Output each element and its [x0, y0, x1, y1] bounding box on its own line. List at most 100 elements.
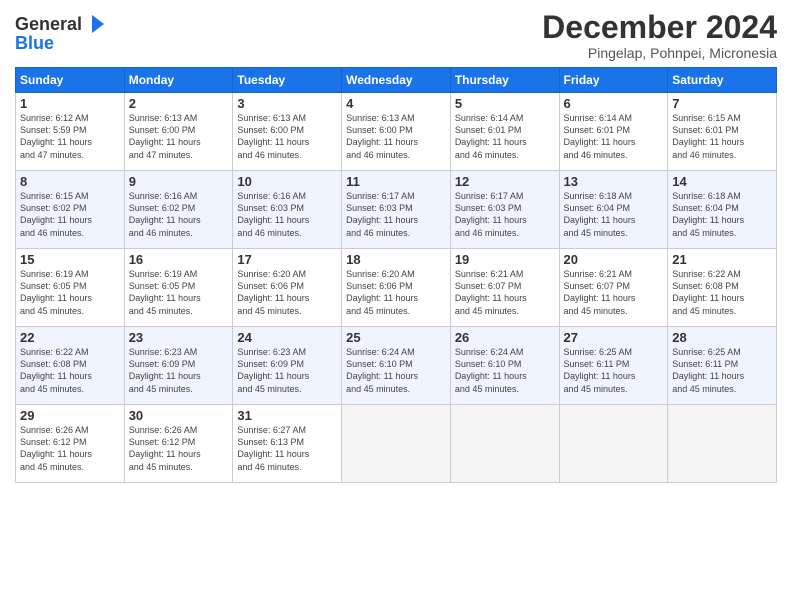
- day-info: Sunrise: 6:17 AM Sunset: 6:03 PM Dayligh…: [455, 190, 555, 239]
- calendar-day-cell: 30Sunrise: 6:26 AM Sunset: 6:12 PM Dayli…: [124, 405, 233, 483]
- weekday-header-sunday: Sunday: [16, 68, 125, 93]
- day-number: 20: [564, 252, 664, 267]
- day-info: Sunrise: 6:13 AM Sunset: 6:00 PM Dayligh…: [129, 112, 229, 161]
- weekday-header-wednesday: Wednesday: [342, 68, 451, 93]
- day-number: 10: [237, 174, 337, 189]
- location: Pingelap, Pohnpei, Micronesia: [542, 45, 777, 61]
- day-info: Sunrise: 6:14 AM Sunset: 6:01 PM Dayligh…: [455, 112, 555, 161]
- calendar-week-row: 22Sunrise: 6:22 AM Sunset: 6:08 PM Dayli…: [16, 327, 777, 405]
- calendar-day-cell: 4Sunrise: 6:13 AM Sunset: 6:00 PM Daylig…: [342, 93, 451, 171]
- day-number: 11: [346, 174, 446, 189]
- day-info: Sunrise: 6:13 AM Sunset: 6:00 PM Dayligh…: [237, 112, 337, 161]
- day-info: Sunrise: 6:20 AM Sunset: 6:06 PM Dayligh…: [346, 268, 446, 317]
- calendar-day-cell: 17Sunrise: 6:20 AM Sunset: 6:06 PM Dayli…: [233, 249, 342, 327]
- weekday-header-monday: Monday: [124, 68, 233, 93]
- calendar-day-cell: 2Sunrise: 6:13 AM Sunset: 6:00 PM Daylig…: [124, 93, 233, 171]
- day-number: 17: [237, 252, 337, 267]
- calendar-day-cell: 22Sunrise: 6:22 AM Sunset: 6:08 PM Dayli…: [16, 327, 125, 405]
- day-info: Sunrise: 6:21 AM Sunset: 6:07 PM Dayligh…: [455, 268, 555, 317]
- calendar-day-cell: 5Sunrise: 6:14 AM Sunset: 6:01 PM Daylig…: [450, 93, 559, 171]
- day-info: Sunrise: 6:17 AM Sunset: 6:03 PM Dayligh…: [346, 190, 446, 239]
- calendar-day-cell: 19Sunrise: 6:21 AM Sunset: 6:07 PM Dayli…: [450, 249, 559, 327]
- calendar-empty-cell: [559, 405, 668, 483]
- logo: General Blue: [15, 14, 106, 54]
- day-number: 24: [237, 330, 337, 345]
- day-info: Sunrise: 6:26 AM Sunset: 6:12 PM Dayligh…: [129, 424, 229, 473]
- day-number: 30: [129, 408, 229, 423]
- calendar-week-row: 8Sunrise: 6:15 AM Sunset: 6:02 PM Daylig…: [16, 171, 777, 249]
- day-info: Sunrise: 6:23 AM Sunset: 6:09 PM Dayligh…: [237, 346, 337, 395]
- calendar-empty-cell: [450, 405, 559, 483]
- day-info: Sunrise: 6:20 AM Sunset: 6:06 PM Dayligh…: [237, 268, 337, 317]
- day-number: 16: [129, 252, 229, 267]
- day-number: 29: [20, 408, 120, 423]
- day-info: Sunrise: 6:26 AM Sunset: 6:12 PM Dayligh…: [20, 424, 120, 473]
- calendar-day-cell: 9Sunrise: 6:16 AM Sunset: 6:02 PM Daylig…: [124, 171, 233, 249]
- calendar-day-cell: 21Sunrise: 6:22 AM Sunset: 6:08 PM Dayli…: [668, 249, 777, 327]
- day-number: 3: [237, 96, 337, 111]
- calendar-day-cell: 7Sunrise: 6:15 AM Sunset: 6:01 PM Daylig…: [668, 93, 777, 171]
- calendar-day-cell: 16Sunrise: 6:19 AM Sunset: 6:05 PM Dayli…: [124, 249, 233, 327]
- day-info: Sunrise: 6:24 AM Sunset: 6:10 PM Dayligh…: [455, 346, 555, 395]
- day-number: 9: [129, 174, 229, 189]
- calendar-day-cell: 23Sunrise: 6:23 AM Sunset: 6:09 PM Dayli…: [124, 327, 233, 405]
- calendar-day-cell: 18Sunrise: 6:20 AM Sunset: 6:06 PM Dayli…: [342, 249, 451, 327]
- day-info: Sunrise: 6:16 AM Sunset: 6:03 PM Dayligh…: [237, 190, 337, 239]
- day-info: Sunrise: 6:21 AM Sunset: 6:07 PM Dayligh…: [564, 268, 664, 317]
- calendar-day-cell: 1Sunrise: 6:12 AM Sunset: 5:59 PM Daylig…: [16, 93, 125, 171]
- calendar-week-row: 1Sunrise: 6:12 AM Sunset: 5:59 PM Daylig…: [16, 93, 777, 171]
- calendar-day-cell: 6Sunrise: 6:14 AM Sunset: 6:01 PM Daylig…: [559, 93, 668, 171]
- calendar-day-cell: 10Sunrise: 6:16 AM Sunset: 6:03 PM Dayli…: [233, 171, 342, 249]
- calendar-header-row: SundayMondayTuesdayWednesdayThursdayFrid…: [16, 68, 777, 93]
- day-number: 6: [564, 96, 664, 111]
- day-number: 18: [346, 252, 446, 267]
- calendar-day-cell: 8Sunrise: 6:15 AM Sunset: 6:02 PM Daylig…: [16, 171, 125, 249]
- day-info: Sunrise: 6:25 AM Sunset: 6:11 PM Dayligh…: [564, 346, 664, 395]
- weekday-header-friday: Friday: [559, 68, 668, 93]
- day-number: 19: [455, 252, 555, 267]
- calendar-empty-cell: [342, 405, 451, 483]
- day-number: 7: [672, 96, 772, 111]
- day-number: 13: [564, 174, 664, 189]
- day-info: Sunrise: 6:22 AM Sunset: 6:08 PM Dayligh…: [20, 346, 120, 395]
- day-number: 5: [455, 96, 555, 111]
- calendar-day-cell: 13Sunrise: 6:18 AM Sunset: 6:04 PM Dayli…: [559, 171, 668, 249]
- day-number: 12: [455, 174, 555, 189]
- day-info: Sunrise: 6:13 AM Sunset: 6:00 PM Dayligh…: [346, 112, 446, 161]
- calendar-day-cell: 28Sunrise: 6:25 AM Sunset: 6:11 PM Dayli…: [668, 327, 777, 405]
- day-info: Sunrise: 6:19 AM Sunset: 6:05 PM Dayligh…: [129, 268, 229, 317]
- calendar-day-cell: 20Sunrise: 6:21 AM Sunset: 6:07 PM Dayli…: [559, 249, 668, 327]
- day-number: 25: [346, 330, 446, 345]
- logo-icon: [84, 13, 106, 35]
- day-info: Sunrise: 6:15 AM Sunset: 6:01 PM Dayligh…: [672, 112, 772, 161]
- day-info: Sunrise: 6:25 AM Sunset: 6:11 PM Dayligh…: [672, 346, 772, 395]
- day-number: 23: [129, 330, 229, 345]
- day-number: 4: [346, 96, 446, 111]
- day-info: Sunrise: 6:18 AM Sunset: 6:04 PM Dayligh…: [564, 190, 664, 239]
- day-number: 1: [20, 96, 120, 111]
- day-info: Sunrise: 6:12 AM Sunset: 5:59 PM Dayligh…: [20, 112, 120, 161]
- logo-blue: Blue: [15, 33, 106, 55]
- title-block: December 2024 Pingelap, Pohnpei, Microne…: [542, 10, 777, 61]
- calendar-empty-cell: [668, 405, 777, 483]
- calendar-day-cell: 27Sunrise: 6:25 AM Sunset: 6:11 PM Dayli…: [559, 327, 668, 405]
- day-info: Sunrise: 6:18 AM Sunset: 6:04 PM Dayligh…: [672, 190, 772, 239]
- logo-general: General: [15, 14, 82, 34]
- day-number: 15: [20, 252, 120, 267]
- page: General Blue December 2024 Pingelap, Poh…: [0, 0, 792, 612]
- day-number: 28: [672, 330, 772, 345]
- calendar-day-cell: 3Sunrise: 6:13 AM Sunset: 6:00 PM Daylig…: [233, 93, 342, 171]
- day-number: 8: [20, 174, 120, 189]
- day-number: 26: [455, 330, 555, 345]
- day-info: Sunrise: 6:27 AM Sunset: 6:13 PM Dayligh…: [237, 424, 337, 473]
- calendar-day-cell: 29Sunrise: 6:26 AM Sunset: 6:12 PM Dayli…: [16, 405, 125, 483]
- day-number: 14: [672, 174, 772, 189]
- calendar-day-cell: 15Sunrise: 6:19 AM Sunset: 6:05 PM Dayli…: [16, 249, 125, 327]
- calendar-day-cell: 26Sunrise: 6:24 AM Sunset: 6:10 PM Dayli…: [450, 327, 559, 405]
- calendar-day-cell: 12Sunrise: 6:17 AM Sunset: 6:03 PM Dayli…: [450, 171, 559, 249]
- day-number: 21: [672, 252, 772, 267]
- calendar-week-row: 29Sunrise: 6:26 AM Sunset: 6:12 PM Dayli…: [16, 405, 777, 483]
- calendar-day-cell: 25Sunrise: 6:24 AM Sunset: 6:10 PM Dayli…: [342, 327, 451, 405]
- calendar-table: SundayMondayTuesdayWednesdayThursdayFrid…: [15, 67, 777, 483]
- day-number: 27: [564, 330, 664, 345]
